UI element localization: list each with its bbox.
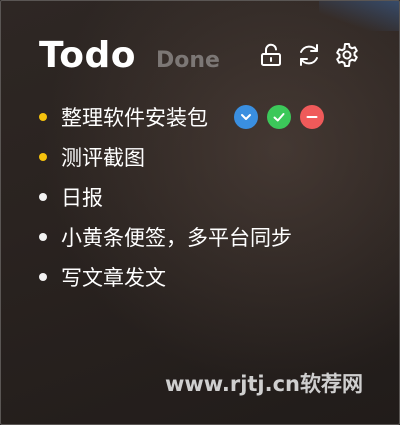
bullet-dot xyxy=(39,233,47,241)
gear-icon xyxy=(336,43,358,67)
watermark: www.rjtj.cn软荐网 xyxy=(165,372,364,396)
bullet-dot xyxy=(39,153,47,161)
delete-button[interactable] xyxy=(300,105,324,129)
minus-icon xyxy=(306,116,318,118)
unlock-button[interactable] xyxy=(257,41,285,69)
todo-label: 日报 xyxy=(61,186,103,210)
page-title: Todo xyxy=(39,35,137,76)
sync-button[interactable] xyxy=(295,41,323,69)
widget-header: Todo Done xyxy=(39,35,220,76)
complete-button[interactable] xyxy=(267,105,291,129)
settings-button[interactable] xyxy=(333,41,361,69)
expand-button[interactable] xyxy=(234,105,258,129)
todo-label: 写文章发文 xyxy=(61,266,166,290)
unlock-icon xyxy=(261,43,281,66)
todo-item[interactable]: 写文章发文 xyxy=(33,257,324,297)
bullet-dot xyxy=(39,193,47,201)
toolbar xyxy=(257,41,361,69)
todo-list: 整理软件安装包 测评截图 日报 小黄条便签，多平台同步 写文章发文 xyxy=(33,97,324,297)
item-actions xyxy=(234,105,324,129)
todo-item[interactable]: 日报 xyxy=(33,177,324,217)
tab-done[interactable]: Done xyxy=(156,48,220,73)
chevron-down-icon xyxy=(241,114,251,120)
todo-widget: Todo Done 整理软件安装包 测评截图 日报 小黄条便签，多平台同步 写文… xyxy=(0,0,400,425)
background-glow xyxy=(319,1,399,31)
todo-item[interactable]: 小黄条便签，多平台同步 xyxy=(33,217,324,257)
todo-item[interactable]: 测评截图 xyxy=(33,137,324,177)
todo-label: 测评截图 xyxy=(61,146,145,170)
sync-icon xyxy=(300,44,318,66)
todo-item[interactable]: 整理软件安装包 xyxy=(33,97,324,137)
check-icon xyxy=(273,113,285,122)
todo-label: 小黄条便签，多平台同步 xyxy=(61,226,292,250)
todo-label: 整理软件安装包 xyxy=(61,106,208,130)
bullet-dot xyxy=(39,113,47,121)
bullet-dot xyxy=(39,273,47,281)
